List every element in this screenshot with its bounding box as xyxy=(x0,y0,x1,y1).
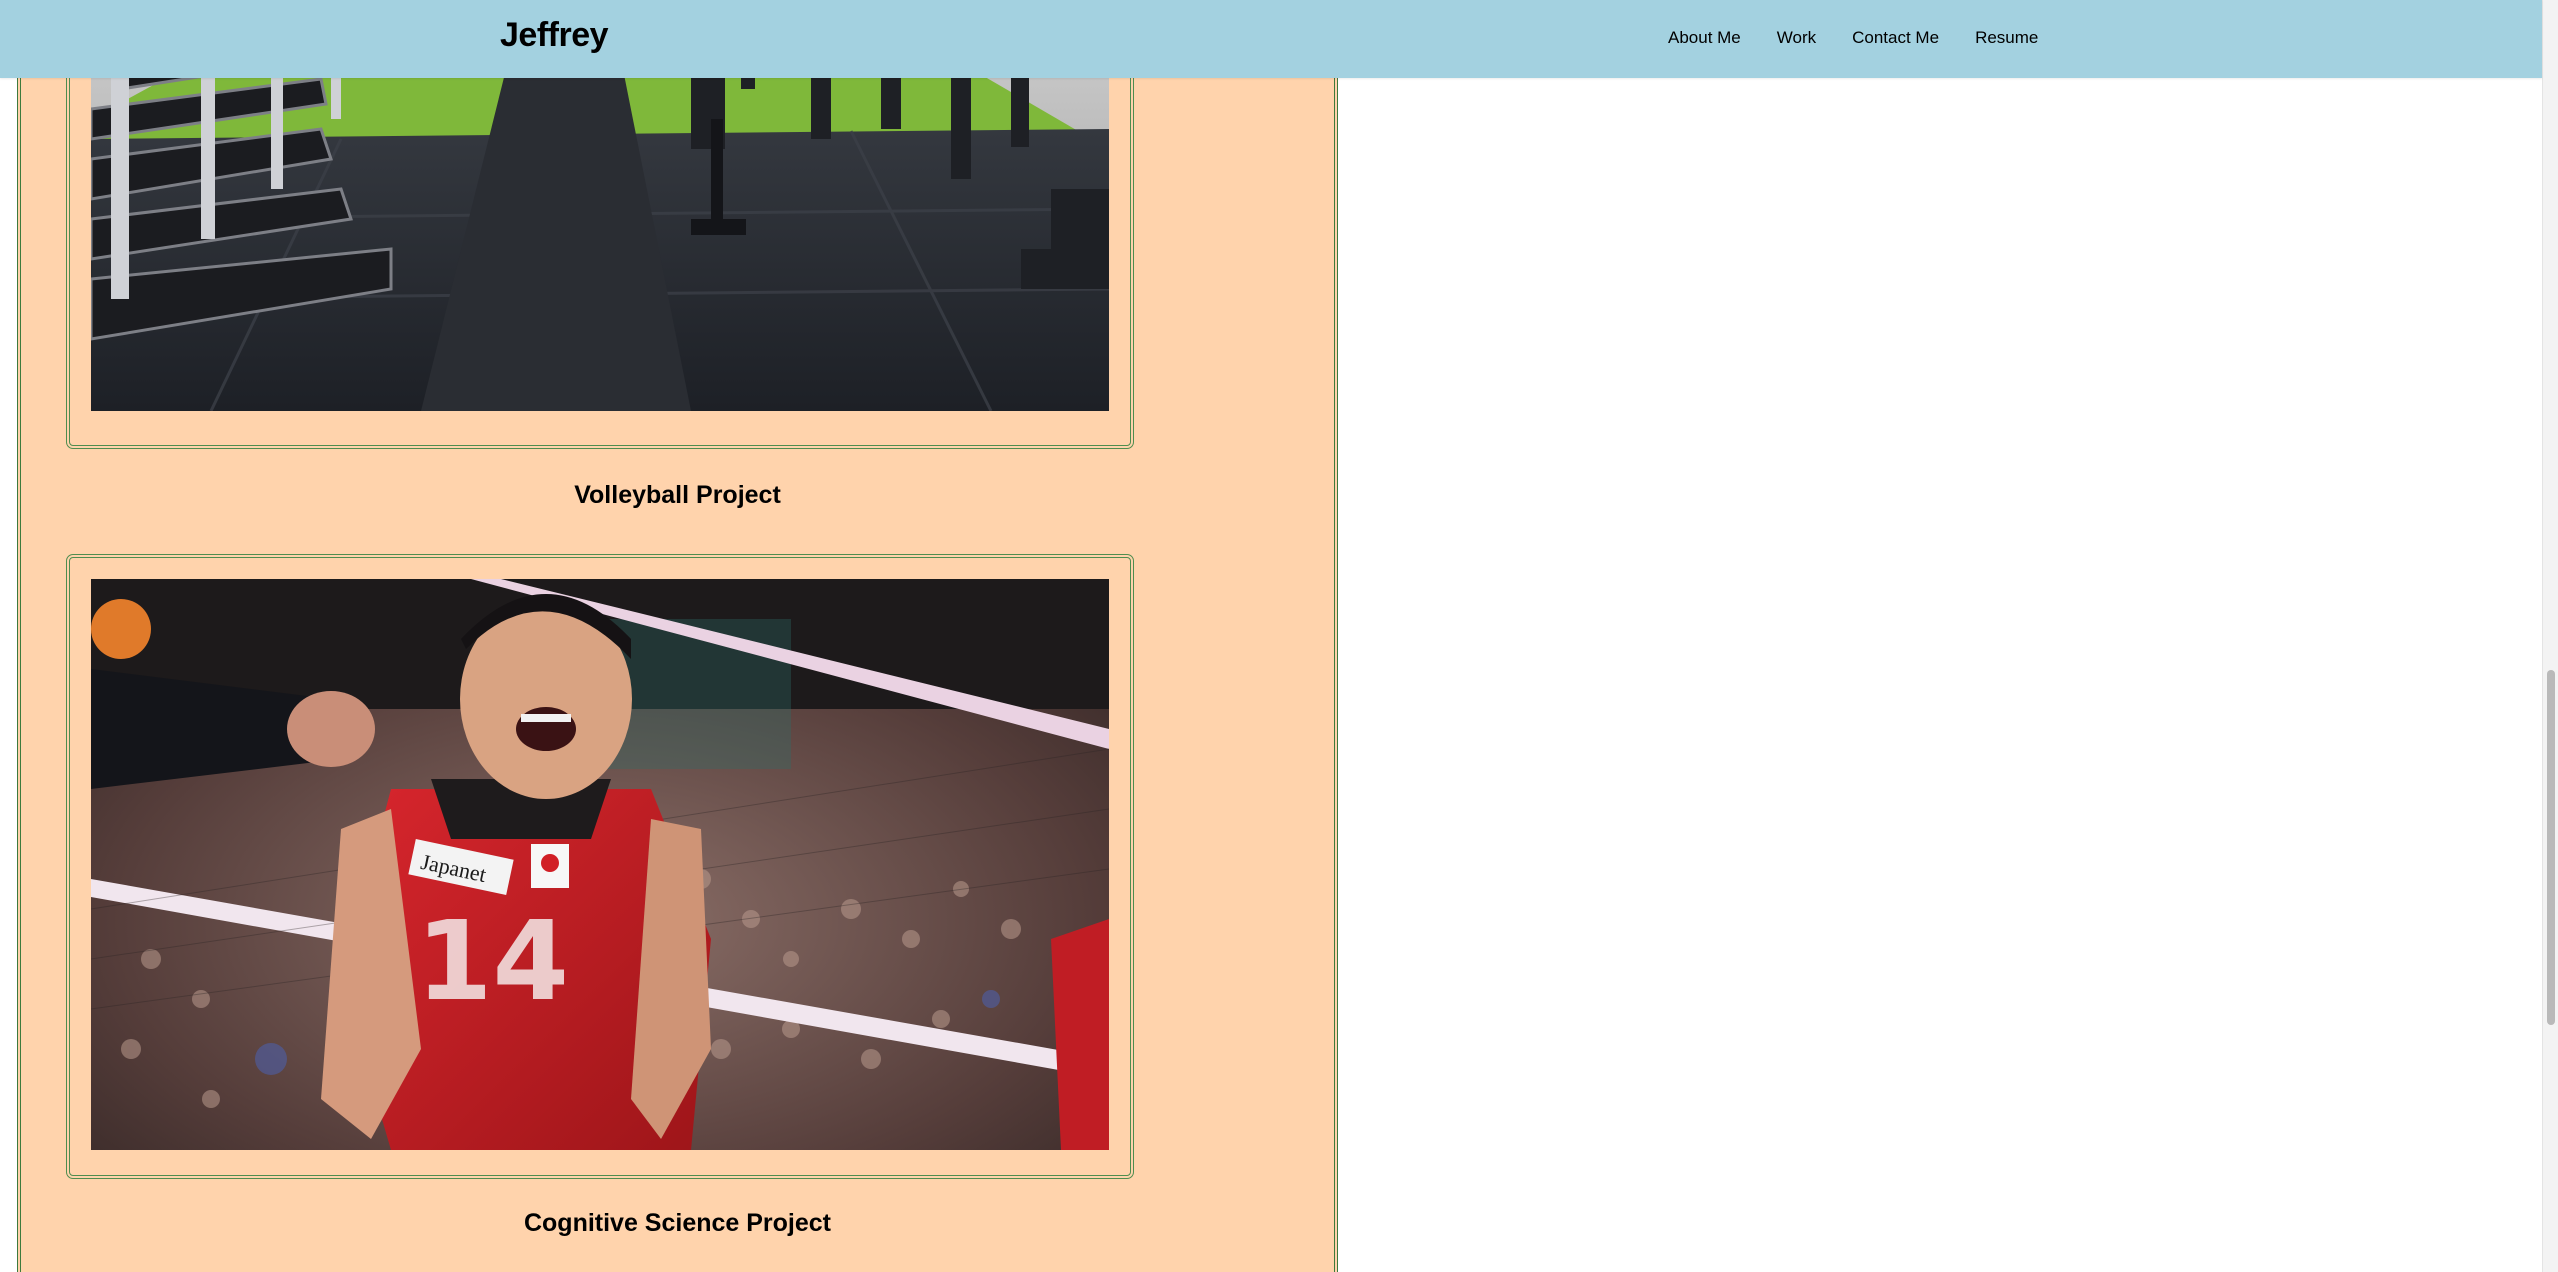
site-header: Jeffrey About Me Work Contact Me Resume xyxy=(0,0,2542,78)
work-section: Volleyball Project Japanet 14 Cognitive … xyxy=(17,0,1338,1272)
scrollbar-thumb[interactable] xyxy=(2547,670,2555,1025)
project-title-cognitive-science: Cognitive Science Project xyxy=(523,1209,832,1237)
nav-resume[interactable]: Resume xyxy=(1975,28,2038,48)
project-title-volleyball: Volleyball Project xyxy=(574,481,781,509)
nav-about-me[interactable]: About Me xyxy=(1668,28,1741,48)
main-nav: About Me Work Contact Me Resume xyxy=(1668,28,2038,48)
project-frame-volleyball: Japanet 14 xyxy=(66,554,1134,1179)
nav-work[interactable]: Work xyxy=(1777,28,1816,48)
site-brand[interactable]: Jeffrey xyxy=(500,16,609,55)
svg-text:14: 14 xyxy=(416,897,569,1025)
page-scrollbar[interactable] xyxy=(2542,0,2558,1272)
volleyball-photo[interactable]: Japanet 14 xyxy=(91,579,1109,1150)
page: Volleyball Project Japanet 14 Cognitive … xyxy=(0,0,2558,1272)
nav-contact-me[interactable]: Contact Me xyxy=(1852,28,1939,48)
